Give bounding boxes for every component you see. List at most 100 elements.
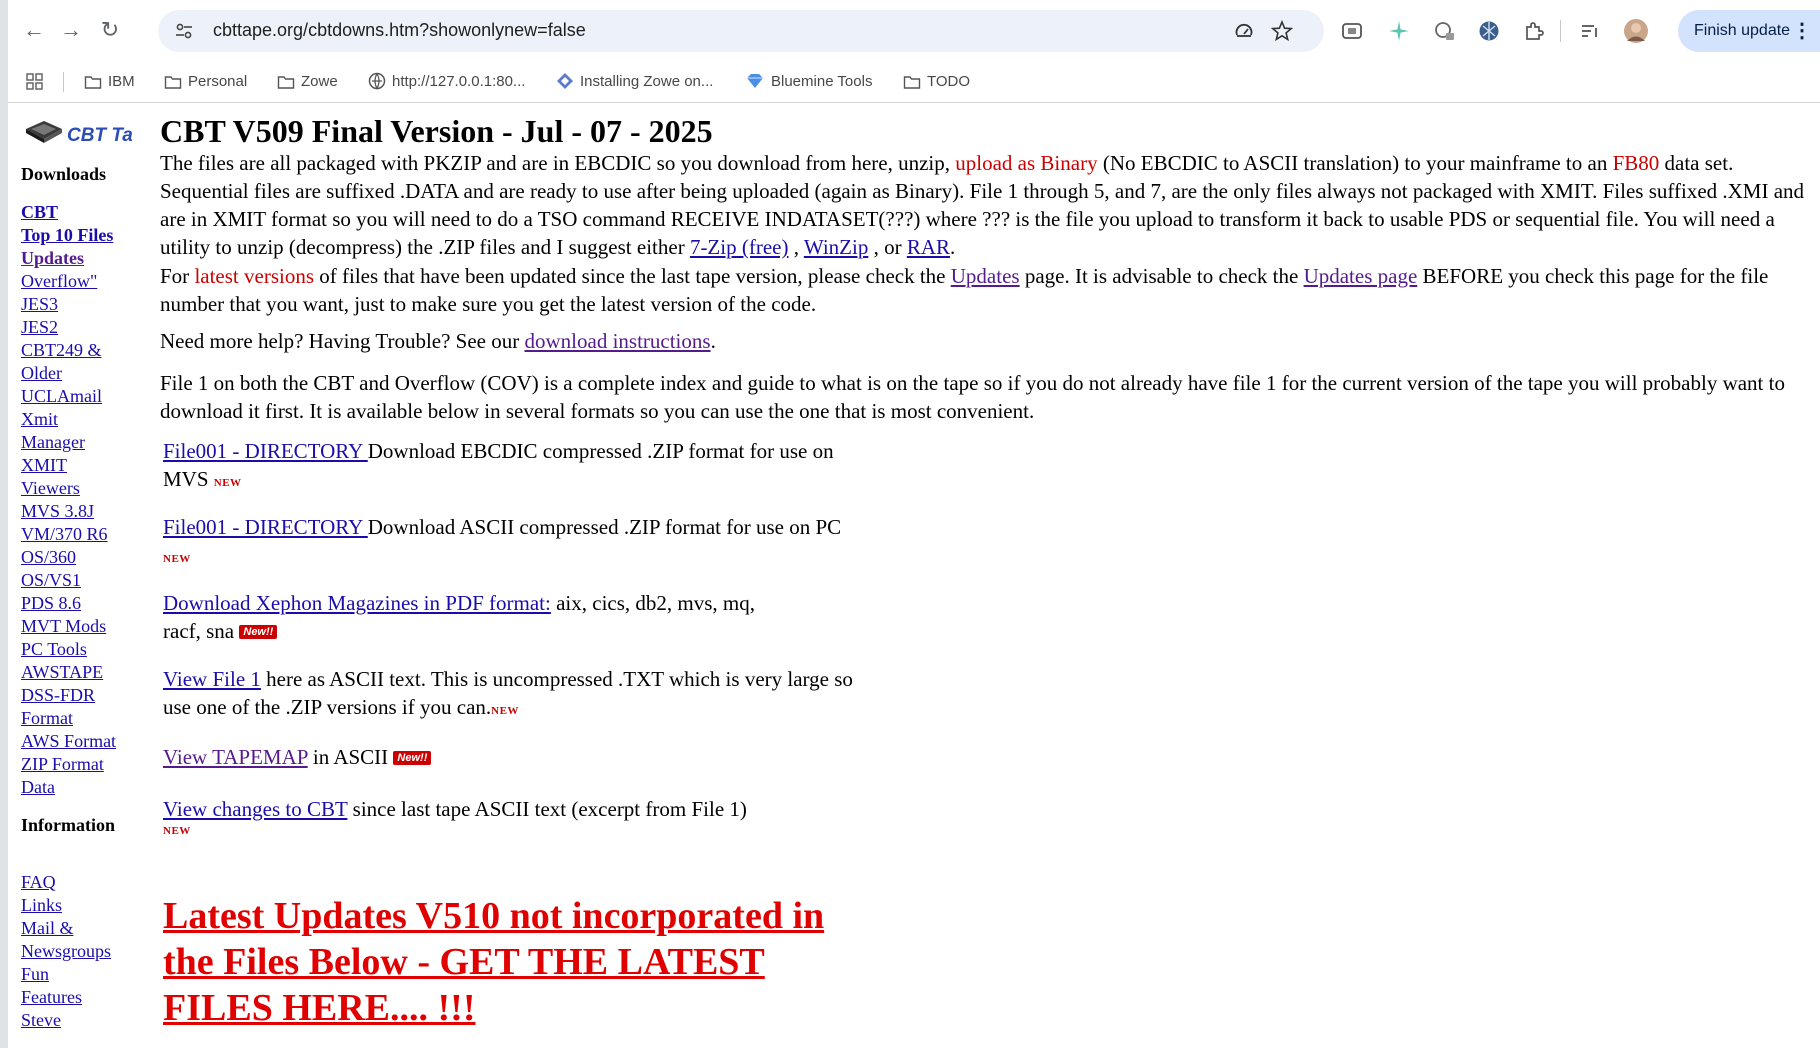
url-text[interactable]: cbttape.org/cbtdowns.htm?showonlynew=fal… xyxy=(213,20,586,41)
sidebar-link-aws-format[interactable]: AWS Format xyxy=(21,730,146,753)
file001-ebcdic-link[interactable]: File001 - DIRECTORY xyxy=(163,439,368,463)
more-menu-icon[interactable]: ⋮ xyxy=(1792,10,1812,52)
sidebar-link-faq[interactable]: FAQ xyxy=(21,871,146,894)
sidebar-link-xmit-viewers-2[interactable]: Viewers xyxy=(21,477,146,500)
sidebar-link-awstape[interactable]: AWSTAPE xyxy=(21,661,146,684)
bookmark-label: Zowe xyxy=(301,73,338,90)
sidebar-link-dss-fdr-format[interactable]: Format xyxy=(21,707,146,730)
upload-binary-note: upload as Binary xyxy=(955,151,1098,175)
intro-paragraph: The files are all packaged with PKZIP an… xyxy=(160,149,1820,261)
sidebar-link-cbt[interactable]: CBT xyxy=(21,201,146,224)
sidebar-link-dss-fdr[interactable]: DSS-FDR xyxy=(21,684,146,707)
bookmark-folder-zowe[interactable]: Zowe xyxy=(277,71,338,93)
bookmark-folder-todo[interactable]: TODO xyxy=(903,71,970,93)
sidebar-link-zip-format-data[interactable]: Data xyxy=(21,776,146,799)
address-bar[interactable]: cbttape.org/cbtdowns.htm?showonlynew=fal… xyxy=(158,10,1324,52)
text: (No EBCDIC to ASCII translation) to your… xyxy=(1097,151,1613,175)
7zip-link[interactable]: 7-Zip (free) xyxy=(690,235,789,259)
extension-globe-icon[interactable] xyxy=(1477,19,1501,43)
new-badge: NEW xyxy=(491,705,519,717)
sidebar-link-cbt249[interactable]: CBT249 & xyxy=(21,339,146,362)
tape-logo-icon: CBT Tape xyxy=(26,121,155,146)
reading-list-icon[interactable] xyxy=(1578,19,1602,43)
performance-icon[interactable] xyxy=(1233,20,1255,42)
view-file1-link[interactable]: View File 1 xyxy=(163,667,261,691)
extension-1-icon[interactable] xyxy=(1340,19,1364,43)
sidebar-link-links[interactable]: Links xyxy=(21,894,146,917)
sidebar-link-updates[interactable]: Updates xyxy=(21,247,146,270)
text: For xyxy=(160,264,195,288)
sidebar-link-jes3[interactable]: JES3 xyxy=(21,293,146,316)
rar-link[interactable]: RAR xyxy=(907,235,950,259)
bookmark-label: Installing Zowe on... xyxy=(580,73,714,90)
sidebar-link-zip-format[interactable]: ZIP Format xyxy=(21,753,146,776)
text: of files that have been updated since th… xyxy=(314,264,951,288)
file001-ascii-link[interactable]: File001 - DIRECTORY xyxy=(163,515,368,539)
sidebar-link-mvt-mods[interactable]: MVT Mods xyxy=(21,615,146,638)
sidebar-link-xmit-manager-2[interactable]: Manager xyxy=(21,431,146,454)
sidebar-link-mail[interactable]: Mail & xyxy=(21,917,146,940)
sidebar-link-overflow[interactable]: Overflow" xyxy=(21,270,146,293)
winzip-link[interactable]: WinZip xyxy=(804,235,868,259)
browser-toolbar: ← → ↻ cbttape.org/cbtdowns.htm?showonlyn… xyxy=(8,0,1820,62)
sidebar-link-jes2[interactable]: JES2 xyxy=(21,316,146,339)
extension-sparkle-icon[interactable] xyxy=(1387,19,1411,43)
view-tapemap-link[interactable]: View TAPEMAP xyxy=(163,745,308,769)
apps-grid-icon[interactable] xyxy=(25,72,45,92)
new-badge: NEW xyxy=(163,825,191,837)
new-badge: NEW xyxy=(213,477,242,489)
sidebar-link-xmit-viewers[interactable]: XMIT xyxy=(21,454,146,477)
sidebar-link-mvs38j[interactable]: MVS 3.8J xyxy=(21,500,146,523)
site-info-icon[interactable] xyxy=(174,21,194,41)
sidebar-link-top10[interactable]: Top 10 Files xyxy=(21,224,146,247)
new-badge: NEW xyxy=(163,553,191,565)
bookmark-bluemine-tools[interactable]: Bluemine Tools xyxy=(745,71,872,93)
item-text: Download ASCII compressed .ZIP format fo… xyxy=(367,515,842,539)
download-item-ascii: File001 - DIRECTORY Download ASCII compr… xyxy=(163,513,863,573)
sidebar-link-vm370[interactable]: VM/370 R6 xyxy=(21,523,146,546)
finish-update-button[interactable]: Finish update ⋮ xyxy=(1678,10,1820,52)
sidebar-link-uclamail[interactable]: UCLAmail xyxy=(21,385,146,408)
forward-arrow-icon[interactable]: → xyxy=(55,14,87,46)
sidebar-link-cbt249-older[interactable]: Older xyxy=(21,362,146,385)
sidebar: Downloads CBT Top 10 Files Updates Overf… xyxy=(21,163,146,1032)
bookmarks-divider xyxy=(63,72,64,92)
download-instructions-link[interactable]: download instructions xyxy=(525,329,711,353)
bookmark-folder-ibm[interactable]: IBM xyxy=(84,71,135,93)
sidebar-link-newsgroups[interactable]: Newsgroups xyxy=(21,940,146,963)
sidebar-link-fun[interactable]: Fun xyxy=(21,963,146,986)
bookmark-label: Personal xyxy=(188,73,248,90)
sidebar-link-steve[interactable]: Steve xyxy=(21,1009,146,1032)
back-arrow-icon[interactable]: ← xyxy=(18,14,50,46)
sidebar-link-pds86[interactable]: PDS 8.6 xyxy=(21,592,146,615)
help-paragraph: Need more help? Having Trouble? See our … xyxy=(160,327,1820,355)
download-item-tapemap: View TAPEMAP in ASCII New!! xyxy=(163,743,863,771)
xephon-magazines-link[interactable]: Download Xephon Magazines in PDF format: xyxy=(163,591,551,615)
bookmark-star-icon[interactable] xyxy=(1271,20,1293,42)
cbt-tape-logo[interactable]: CBT Tape xyxy=(22,115,155,149)
sidebar-link-pc-tools[interactable]: PC Tools xyxy=(21,638,146,661)
folder-icon xyxy=(903,76,921,89)
sidebar-link-xmit-manager[interactable]: Xmit xyxy=(21,408,146,431)
sidebar-link-osvs1[interactable]: OS/VS1 xyxy=(21,569,146,592)
latest-updates-link[interactable]: Latest Updates V510 not incorporated in … xyxy=(163,893,863,1031)
globe-icon xyxy=(368,72,386,90)
bookmark-localhost[interactable]: http://127.0.0.1:80... xyxy=(368,71,525,93)
reload-icon[interactable]: ↻ xyxy=(94,14,126,46)
download-item-view-file1: View File 1 here as ASCII text. This is … xyxy=(163,665,853,725)
extensions-puzzle-icon[interactable] xyxy=(1522,19,1546,43)
bookmark-installing-zowe[interactable]: Installing Zowe on... xyxy=(556,71,713,93)
text: . xyxy=(950,235,956,259)
sidebar-link-features[interactable]: Features xyxy=(21,986,146,1009)
bookmark-label: IBM xyxy=(108,73,135,90)
bookmarks-bar: IBM Personal Zowe http://127.0.0.1:80...… xyxy=(8,62,1820,103)
extension-key-icon[interactable] xyxy=(1433,19,1457,43)
updates-link[interactable]: Updates xyxy=(951,264,1020,288)
updates-page-link[interactable]: Updates page xyxy=(1304,264,1418,288)
folder-icon xyxy=(277,76,295,89)
view-changes-link[interactable]: View changes to CBT xyxy=(163,797,347,821)
bookmark-folder-personal[interactable]: Personal xyxy=(164,71,247,93)
avatar[interactable] xyxy=(1623,18,1649,44)
download-item-xephon: Download Xephon Magazines in PDF format:… xyxy=(163,589,783,645)
sidebar-link-os360[interactable]: OS/360 xyxy=(21,546,146,569)
